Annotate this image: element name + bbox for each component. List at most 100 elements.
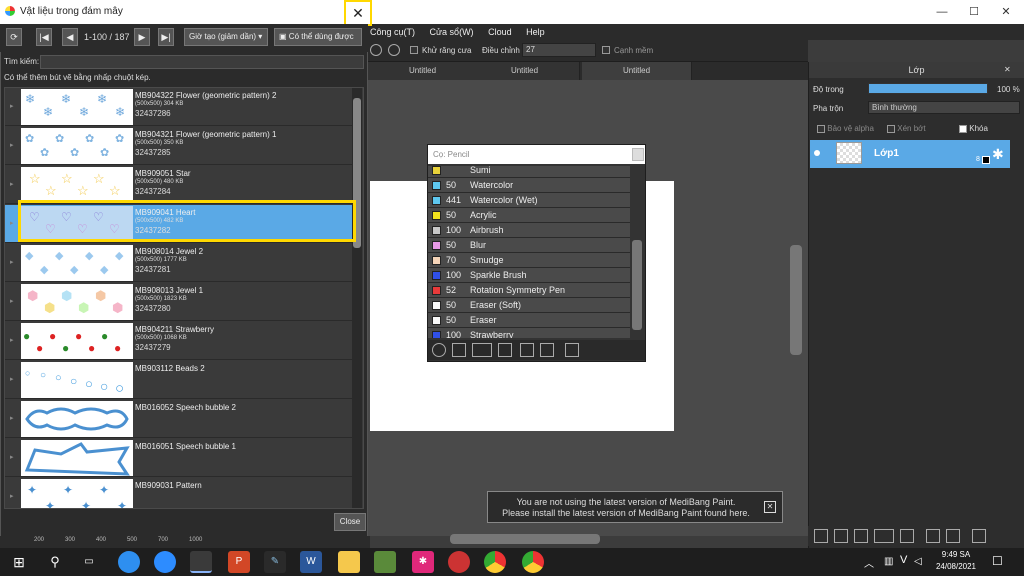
antialias-checkbox[interactable] <box>410 46 418 54</box>
cloud-window-close-button[interactable]: ✕ <box>344 0 372 26</box>
menu-help[interactable]: Help <box>526 24 545 40</box>
app-close-button[interactable]: ✕ <box>990 0 1022 24</box>
notification-center-icon[interactable]: ☐ <box>992 554 1003 568</box>
menu-window[interactable]: Cửa sổ(W) <box>430 24 474 40</box>
tab-untitled-3[interactable]: Untitled <box>582 62 692 80</box>
expand-arrow-icon[interactable]: ▸ <box>10 336 14 344</box>
windows-start-icon[interactable]: ⊞ <box>8 551 30 573</box>
brush-item[interactable]: 50 Eraser (Soft) <box>428 298 630 313</box>
add-layer-menu-icon[interactable] <box>874 529 894 543</box>
brush-item[interactable]: 50 Watercolor <box>428 178 630 193</box>
expand-arrow-icon[interactable]: ▸ <box>10 141 14 149</box>
folder-icon[interactable] <box>900 529 914 543</box>
search-input[interactable] <box>40 55 364 69</box>
canvas-vertical-scrollbar[interactable] <box>790 245 802 355</box>
lock-checkbox[interactable]: Khóa <box>959 124 988 133</box>
file-explorer-icon[interactable] <box>338 551 360 573</box>
zoom-icon[interactable] <box>154 551 176 573</box>
brush-item[interactable]: 100 Sparkle Brush <box>428 268 630 283</box>
new-brush-icon[interactable] <box>452 343 466 357</box>
search-icon[interactable]: ⚲ <box>44 551 66 573</box>
new-layer-1bit-icon[interactable] <box>854 529 868 543</box>
brush-settings-icon[interactable] <box>498 343 512 357</box>
brush-item[interactable]: 50 Eraser <box>428 313 630 328</box>
first-page-icon[interactable]: |◀ <box>36 28 52 46</box>
network-icon[interactable]: ▥ <box>884 556 893 567</box>
update-notification[interactable]: You are not using the latest version of … <box>487 491 783 523</box>
app-icon-green[interactable] <box>374 551 396 573</box>
brush-trash-icon[interactable] <box>565 343 579 357</box>
word-icon[interactable]: W <box>300 551 322 573</box>
expand-arrow-icon[interactable]: ▸ <box>10 375 14 383</box>
protect-alpha-checkbox[interactable]: Bảo vệ alpha <box>817 124 874 133</box>
brush-item[interactable]: 50 Blur <box>428 238 630 253</box>
app-icon-red[interactable] <box>448 551 470 573</box>
brush-item[interactable]: 441 Watercolor (Wet) <box>428 193 630 208</box>
chevron-up-icon[interactable]: ︿ <box>864 555 874 570</box>
cloud-upload-icon[interactable] <box>432 343 446 357</box>
maximize-button[interactable]: ☐ <box>958 0 990 24</box>
tab-untitled-2[interactable]: Untitled <box>470 62 580 80</box>
volume-icon[interactable]: ◁ <box>914 556 922 567</box>
visibility-icon[interactable] <box>814 150 820 156</box>
zalo-icon[interactable] <box>118 551 140 573</box>
brush-item[interactable]: 100 Strawberry <box>428 328 630 338</box>
sort-select[interactable]: Giờ tạo (giảm dần) ▾ <box>184 28 268 46</box>
new-layer-icon[interactable] <box>814 529 828 543</box>
adjust-select[interactable]: 27 <box>522 43 596 57</box>
material-item[interactable]: ▸ MB016051 Speech bubble 1 <box>5 439 353 477</box>
usable-filter-button[interactable]: ▣ Có thể dùng được <box>274 28 362 46</box>
brush-item[interactable]: 70 Smudge <box>428 253 630 268</box>
material-item[interactable]: ▸ MB016052 Speech bubble 2 <box>5 400 353 438</box>
soften-checkbox[interactable] <box>602 46 610 54</box>
chrome-icon[interactable] <box>484 551 506 573</box>
next-page-icon[interactable]: ▶ <box>134 28 150 46</box>
language-indicator[interactable]: V <box>900 554 907 566</box>
brush-item[interactable]: Sumi <box>428 166 630 178</box>
brush-list-scrollbar[interactable] <box>632 240 642 330</box>
clipping-checkbox[interactable]: Xén bớt <box>887 124 926 133</box>
material-item[interactable]: ▸ ○ ○ ○ ○ ○ ○ ○ MB903112 Beads 2 <box>5 361 353 399</box>
brush-folder-icon[interactable] <box>520 343 534 357</box>
refresh-icon[interactable]: ⟳ <box>6 28 22 46</box>
add-brush-menu-icon[interactable] <box>472 343 492 357</box>
material-item[interactable]: ▸ ❄ ❄ ❄ ❄ ❄ ❄ MB904322 Flower (geometric patter… <box>5 88 353 126</box>
duplicate-brush-icon[interactable] <box>540 343 554 357</box>
expand-arrow-icon[interactable]: ▸ <box>10 102 14 110</box>
opacity-slider[interactable] <box>868 83 988 94</box>
material-item[interactable]: ▸ ◆ ◆ ◆ ◆ ◆ ◆ ◆ MB908014 Jewel 2 (500x500) 1777 K… <box>5 244 353 282</box>
expand-arrow-icon[interactable]: ▸ <box>10 219 14 227</box>
task-view-icon[interactable]: ▭ <box>78 551 100 573</box>
material-item[interactable]: ▸ ⬢ ⬢ ⬢ ⬢ ⬢ ⬢ MB908013 Jewel 1 (500x500) 1823 KB… <box>5 283 353 321</box>
expand-arrow-icon[interactable]: ▸ <box>10 414 14 422</box>
menu-cloud[interactable]: Cloud <box>488 24 512 40</box>
prev-page-icon[interactable]: ◀ <box>62 28 78 46</box>
material-item[interactable]: ▸ ☆ ☆ ☆ ☆ ☆ ☆ MB909051 Star (500x500) 480 KB 3243… <box>5 166 353 204</box>
expand-arrow-icon[interactable]: ▸ <box>10 180 14 188</box>
material-item[interactable]: ▸ ● ● ● ● ● ● ● ● MB904211 Strawberry (500x500) 10… <box>5 322 353 360</box>
trash-icon[interactable] <box>972 529 986 543</box>
medibang-icon[interactable] <box>190 551 212 573</box>
expand-arrow-icon[interactable]: ▸ <box>10 492 14 500</box>
close-button[interactable]: Close <box>334 513 366 531</box>
blend-mode-select[interactable]: Bình thường <box>868 101 1020 114</box>
panel-close-icon[interactable]: ✕ <box>1004 65 1011 74</box>
tab-untitled-1[interactable]: Untitled <box>368 62 478 80</box>
clock[interactable]: 9:49 SA 24/08/2021 <box>930 549 982 573</box>
merge-layer-icon[interactable] <box>946 529 960 543</box>
app-icon-pink[interactable]: ✱ <box>412 551 434 573</box>
chrome-profile-icon[interactable] <box>522 551 544 573</box>
settings-icon[interactable] <box>388 44 400 56</box>
duplicate-layer-icon[interactable] <box>926 529 940 543</box>
menu-tools[interactable]: Công cụ(T) <box>370 24 415 40</box>
gear-icon[interactable] <box>370 44 382 56</box>
material-item[interactable]: ▸ ✿ ✿ ✿ ✿ ✿ ✿ ✿ MB904321 Flower (geometric patte… <box>5 127 353 165</box>
brush-item[interactable]: 100 Airbrush <box>428 223 630 238</box>
expand-arrow-icon[interactable]: ▸ <box>10 258 14 266</box>
canvas-horizontal-scrollbar[interactable] <box>450 534 600 544</box>
brush-item[interactable]: 50 Acrylic <box>428 208 630 223</box>
new-layer-8bit-icon[interactable] <box>834 529 848 543</box>
minimize-button[interactable]: — <box>926 0 958 24</box>
layer-settings-gear-icon[interactable]: ✱ <box>992 146 1004 163</box>
material-item[interactable]: ▸ ✦ ✦ ✦ ✦ ✦ ✦ MB909031 Pattern <box>5 478 353 508</box>
